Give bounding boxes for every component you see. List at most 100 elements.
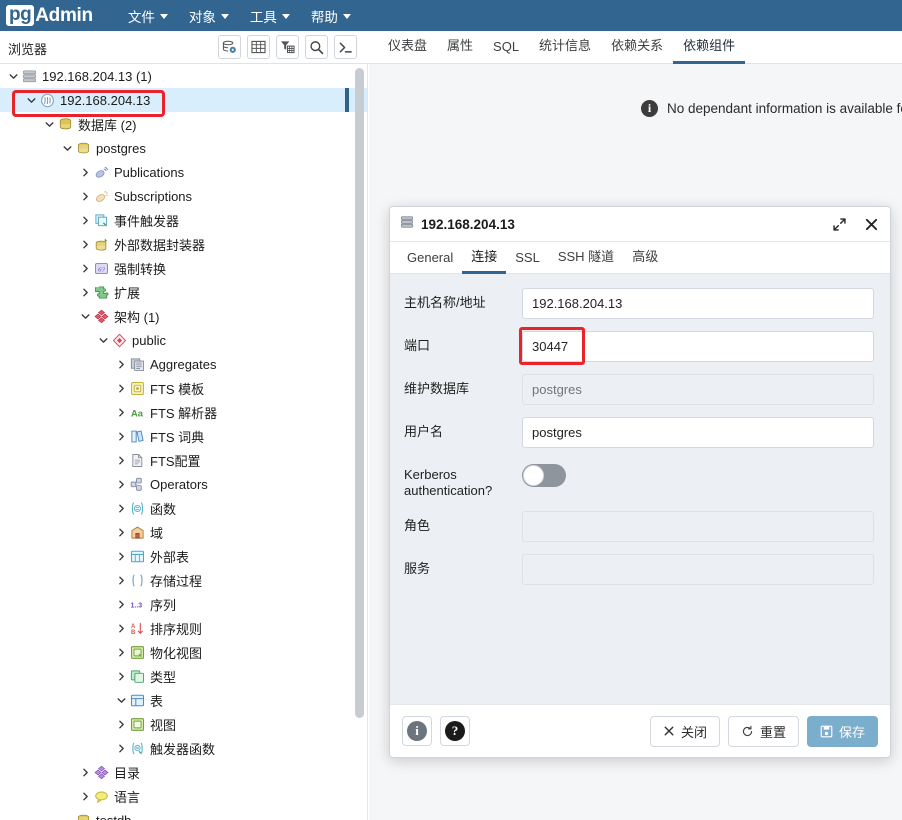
- chevron-right-icon[interactable]: [78, 256, 92, 280]
- tree-item-testdb[interactable]: testdb: [0, 808, 367, 820]
- toolbar-psql-tool[interactable]: [334, 35, 357, 59]
- help-button[interactable]: ?: [440, 716, 470, 746]
- close-icon[interactable]: [862, 215, 880, 233]
- tree-item-Publications[interactable]: Publications: [0, 160, 367, 184]
- tab-仪表盘[interactable]: 仪表盘: [378, 31, 437, 64]
- chevron-down-icon[interactable]: [96, 328, 110, 352]
- chevron-right-icon[interactable]: [114, 568, 128, 592]
- tree-item-触发器函数[interactable]: 触发器函数: [0, 736, 367, 760]
- dialog-tab-高级[interactable]: 高级: [623, 243, 667, 274]
- chevron-right-icon[interactable]: [78, 280, 92, 304]
- chevron-down-icon[interactable]: [78, 304, 92, 328]
- tree-item-FTS配置[interactable]: FTS配置: [0, 448, 367, 472]
- tree-item-目录[interactable]: 目录: [0, 760, 367, 784]
- service-field[interactable]: [522, 554, 874, 585]
- chevron-right-icon[interactable]: [114, 640, 128, 664]
- username-field[interactable]: [522, 417, 874, 448]
- chevron-right-icon[interactable]: [78, 160, 92, 184]
- host-address-field[interactable]: [522, 288, 874, 319]
- chevron-right-icon[interactable]: [114, 472, 128, 496]
- tree-item-FTS-词典[interactable]: FTS 词典: [0, 424, 367, 448]
- tree-item-public[interactable]: public: [0, 328, 367, 352]
- tree-item-postgres[interactable]: postgres: [0, 136, 367, 160]
- chevron-right-icon[interactable]: [114, 400, 128, 424]
- dialog-tab-连接[interactable]: 连接: [462, 243, 506, 274]
- tree-item-事件触发器[interactable]: 事件触发器: [0, 208, 367, 232]
- tree-item-函数[interactable]: 函数: [0, 496, 367, 520]
- chevron-down-icon[interactable]: [60, 136, 74, 160]
- tree-item-Operators[interactable]: Operators: [0, 472, 367, 496]
- tree-item-物化视图[interactable]: 物化视图: [0, 640, 367, 664]
- chevron-right-icon[interactable]: [78, 760, 92, 784]
- reset-button[interactable]: 重置: [728, 716, 799, 747]
- close-button[interactable]: 关闭: [650, 716, 720, 747]
- tree-scrollbar-thumb[interactable]: [355, 68, 364, 718]
- toolbar-filtered-rows[interactable]: [276, 35, 299, 59]
- server-properties-dialog[interactable]: 192.168.204.13 General连接SSLSSH: [389, 206, 891, 758]
- tree-item-域[interactable]: 域: [0, 520, 367, 544]
- tab-SQL[interactable]: SQL: [483, 35, 529, 64]
- chevron-right-icon[interactable]: [114, 544, 128, 568]
- menu-tools[interactable]: 工具: [241, 2, 299, 30]
- tab-依赖组件[interactable]: 依赖组件: [673, 31, 745, 64]
- tree-item-视图[interactable]: 视图: [0, 712, 367, 736]
- dialog-tab-SSL[interactable]: SSL: [506, 247, 549, 274]
- port-field[interactable]: [522, 331, 874, 362]
- tree-item-Subscriptions[interactable]: Subscriptions: [0, 184, 367, 208]
- save-button[interactable]: 保存: [807, 716, 878, 747]
- chevron-right-icon[interactable]: [114, 376, 128, 400]
- menu-object[interactable]: 对象: [180, 2, 238, 30]
- chevron-right-icon[interactable]: [114, 616, 128, 640]
- info-button[interactable]: i: [402, 716, 432, 746]
- tree-item-Aggregates[interactable]: Aggregates: [0, 352, 367, 376]
- chevron-right-icon[interactable]: [114, 712, 128, 736]
- tree-item-强制转换[interactable]: 6?强制转换: [0, 256, 367, 280]
- chevron-down-icon[interactable]: [24, 88, 38, 112]
- tree-item-数据库-2-[interactable]: 数据库 (2): [0, 112, 367, 136]
- menu-help[interactable]: 帮助: [302, 2, 360, 30]
- tab-依赖关系[interactable]: 依赖关系: [601, 31, 673, 64]
- chevron-right-icon[interactable]: [114, 592, 128, 616]
- chevron-right-icon[interactable]: [114, 352, 128, 376]
- chevron-right-icon[interactable]: [78, 784, 92, 808]
- chevron-right-icon[interactable]: [114, 736, 128, 760]
- chevron-right-icon[interactable]: [114, 496, 128, 520]
- menu-file[interactable]: 文件: [119, 2, 177, 30]
- tree-item-类型[interactable]: 类型: [0, 664, 367, 688]
- chevron-right-icon[interactable]: [114, 520, 128, 544]
- chevron-right-icon[interactable]: [114, 664, 128, 688]
- chevron-right-icon[interactable]: [78, 184, 92, 208]
- toolbar-search-objects[interactable]: [305, 35, 328, 59]
- tree-item-外部数据封装器[interactable]: 外部数据封装器: [0, 232, 367, 256]
- tab-统计信息[interactable]: 统计信息: [529, 31, 601, 64]
- tree-item-FTS-模板[interactable]: FTS 模板: [0, 376, 367, 400]
- dialog-tab-General[interactable]: General: [398, 247, 462, 274]
- tree-item-192.168.204.13-1-[interactable]: 192.168.204.13 (1): [0, 64, 367, 88]
- tree-item-排序规则[interactable]: AB排序规则: [0, 616, 367, 640]
- chevron-down-icon[interactable]: [6, 64, 20, 88]
- dialog-tab-SSH-隧道[interactable]: SSH 隧道: [549, 243, 623, 274]
- object-browser-tree[interactable]: 192.168.204.13 (1)192.168.204.13数据库 (2)p…: [0, 64, 368, 820]
- chevron-right-icon[interactable]: [114, 424, 128, 448]
- tree-item-语言[interactable]: 语言: [0, 784, 367, 808]
- types-icon: [128, 667, 146, 685]
- chevron-right-icon[interactable]: [78, 208, 92, 232]
- role-field[interactable]: [522, 511, 874, 542]
- toolbar-view-data[interactable]: [247, 35, 270, 59]
- expand-icon[interactable]: [830, 215, 848, 233]
- tree-item-存储过程[interactable]: 存储过程: [0, 568, 367, 592]
- tab-属性[interactable]: 属性: [437, 31, 483, 64]
- chevron-right-icon[interactable]: [78, 232, 92, 256]
- tree-item-扩展[interactable]: 扩展: [0, 280, 367, 304]
- tree-item-架构-1-[interactable]: 架构 (1): [0, 304, 367, 328]
- chevron-right-icon[interactable]: [114, 448, 128, 472]
- toolbar-query-tool[interactable]: [218, 35, 241, 59]
- chevron-down-icon[interactable]: [42, 112, 56, 136]
- tree-item-FTS-解析器[interactable]: AaFTS 解析器: [0, 400, 367, 424]
- tree-item-序列[interactable]: 1..3序列: [0, 592, 367, 616]
- kerberos-auth-toggle[interactable]: [522, 464, 566, 487]
- chevron-down-icon[interactable]: [114, 688, 128, 712]
- tree-item-表[interactable]: 表: [0, 688, 367, 712]
- tree-item-外部表[interactable]: 外部表: [0, 544, 367, 568]
- tree-item-192.168.204.13[interactable]: 192.168.204.13: [0, 88, 367, 112]
